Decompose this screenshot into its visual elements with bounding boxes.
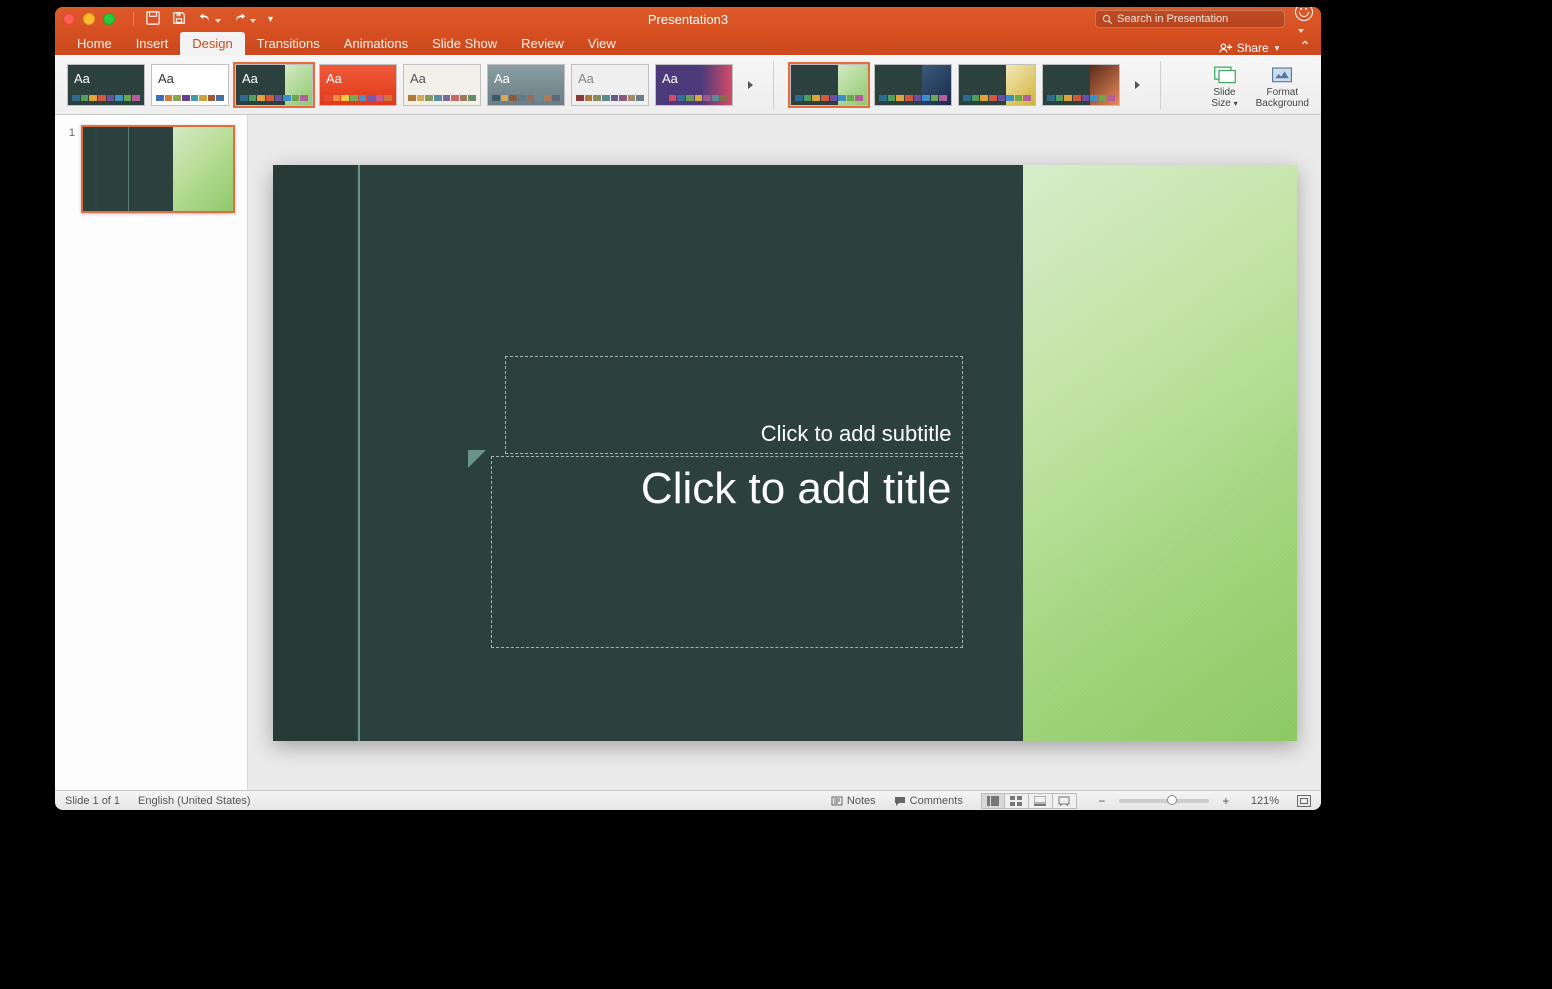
slide-thumbnail[interactable] bbox=[81, 125, 235, 213]
content-area: 1 Click to add subtitle Click to add tit… bbox=[55, 115, 1321, 790]
theme-option-4[interactable]: Aa bbox=[403, 64, 481, 106]
theme-option-5[interactable]: Aa bbox=[487, 64, 565, 106]
slide-size-button[interactable]: Slide Size ▾ bbox=[1211, 61, 1237, 109]
sorter-view-button[interactable] bbox=[1005, 793, 1029, 809]
qat-separator bbox=[133, 12, 134, 26]
theme-option-1[interactable]: Aa bbox=[151, 64, 229, 106]
collapse-ribbon-icon[interactable]: ⌃ bbox=[1299, 38, 1311, 55]
format-background-label: Format Background bbox=[1256, 87, 1309, 109]
quick-access-toolbar: ▾ bbox=[133, 11, 273, 28]
zoom-control: − + bbox=[1095, 794, 1233, 808]
slide-size-icon bbox=[1213, 63, 1237, 85]
share-icon bbox=[1219, 41, 1233, 55]
ribbon-divider-2 bbox=[1160, 61, 1161, 109]
notes-button[interactable]: Notes bbox=[831, 795, 876, 807]
share-label: Share bbox=[1237, 41, 1269, 55]
slide-right-panel bbox=[1023, 165, 1297, 741]
comments-icon bbox=[894, 795, 906, 807]
theme-option-7[interactable]: Aa bbox=[655, 64, 733, 106]
tab-design[interactable]: Design bbox=[180, 32, 244, 55]
slide-panel[interactable]: 1 bbox=[55, 115, 248, 790]
search-icon bbox=[1102, 14, 1113, 25]
qat-customize-icon[interactable]: ▾ bbox=[268, 14, 273, 25]
tab-animations[interactable]: Animations bbox=[332, 32, 420, 55]
powerpoint-window: ▾ Presentation3 Home Insert Design Trans… bbox=[55, 7, 1321, 810]
themes-gallery: AaAaAaAaAaAaAaAa bbox=[67, 64, 733, 106]
window-controls bbox=[63, 13, 115, 25]
status-bar: Slide 1 of 1 English (United States) Not… bbox=[55, 790, 1321, 810]
smile-icon bbox=[1295, 7, 1313, 21]
variant-option-3[interactable] bbox=[1042, 64, 1120, 106]
tab-slideshow[interactable]: Slide Show bbox=[420, 32, 509, 55]
language-status[interactable]: English (United States) bbox=[138, 795, 251, 807]
minimize-window[interactable] bbox=[83, 13, 95, 25]
slide-vertical-line bbox=[358, 165, 360, 741]
titlebar: ▾ Presentation3 bbox=[55, 7, 1321, 31]
format-background-icon bbox=[1270, 63, 1294, 85]
ribbon-divider bbox=[773, 61, 774, 109]
redo-icon[interactable] bbox=[233, 11, 256, 28]
format-background-button[interactable]: Format Background bbox=[1256, 61, 1309, 109]
theme-option-2[interactable]: Aa bbox=[235, 64, 313, 106]
slide-size-label: Slide Size ▾ bbox=[1211, 87, 1237, 109]
zoom-window[interactable] bbox=[103, 13, 115, 25]
slide-count[interactable]: Slide 1 of 1 bbox=[65, 795, 120, 807]
save-icon[interactable] bbox=[172, 11, 186, 28]
variants-more-icon[interactable] bbox=[1130, 64, 1144, 106]
tab-review[interactable]: Review bbox=[509, 32, 576, 55]
tab-transitions[interactable]: Transitions bbox=[245, 32, 332, 55]
variant-option-2[interactable] bbox=[958, 64, 1036, 106]
close-window[interactable] bbox=[63, 13, 75, 25]
tab-view[interactable]: View bbox=[576, 32, 628, 55]
comments-button[interactable]: Comments bbox=[894, 795, 963, 807]
tab-insert[interactable]: Insert bbox=[124, 32, 181, 55]
title-placeholder[interactable]: Click to add title bbox=[491, 456, 963, 648]
variants-gallery bbox=[790, 64, 1120, 106]
zoom-in-button[interactable]: + bbox=[1219, 794, 1233, 808]
share-button[interactable]: Share ▾ bbox=[1211, 41, 1288, 55]
subtitle-placeholder[interactable]: Click to add subtitle bbox=[505, 356, 963, 454]
customize-group: Slide Size ▾ Format Background bbox=[1211, 61, 1309, 109]
theme-option-0[interactable]: Aa bbox=[67, 64, 145, 106]
slideshow-view-button[interactable] bbox=[1053, 793, 1077, 809]
slide-number: 1 bbox=[65, 125, 75, 213]
reading-view-button[interactable] bbox=[1029, 793, 1053, 809]
theme-option-6[interactable]: Aa bbox=[571, 64, 649, 106]
search-input[interactable] bbox=[1117, 13, 1278, 25]
zoom-knob[interactable] bbox=[1167, 795, 1177, 805]
variant-option-1[interactable] bbox=[874, 64, 952, 106]
themes-more-icon[interactable] bbox=[743, 64, 757, 106]
theme-option-3[interactable]: Aa bbox=[319, 64, 397, 106]
undo-icon[interactable] bbox=[198, 11, 221, 28]
slide-canvas[interactable]: Click to add subtitle Click to add title bbox=[273, 165, 1297, 741]
autosave-icon[interactable] bbox=[146, 11, 160, 28]
normal-view-button[interactable] bbox=[981, 793, 1005, 809]
zoom-out-button[interactable]: − bbox=[1095, 794, 1109, 808]
slide-editor[interactable]: Click to add subtitle Click to add title bbox=[248, 115, 1321, 790]
tab-home[interactable]: Home bbox=[65, 32, 124, 55]
zoom-percent[interactable]: 121% bbox=[1251, 795, 1279, 807]
notes-icon bbox=[831, 795, 843, 807]
view-buttons bbox=[981, 793, 1077, 809]
zoom-slider[interactable] bbox=[1119, 799, 1209, 803]
feedback-button[interactable] bbox=[1295, 7, 1313, 36]
design-ribbon: AaAaAaAaAaAaAaAa Slide Size ▾ Format Bac… bbox=[55, 55, 1321, 115]
variant-option-0[interactable] bbox=[790, 64, 868, 106]
slide-triangle-accent bbox=[468, 450, 486, 468]
slide-left-strip bbox=[273, 165, 356, 741]
search-box[interactable] bbox=[1095, 10, 1285, 28]
fit-to-window-button[interactable] bbox=[1297, 795, 1311, 807]
slide-thumbnail-1[interactable]: 1 bbox=[65, 125, 237, 213]
